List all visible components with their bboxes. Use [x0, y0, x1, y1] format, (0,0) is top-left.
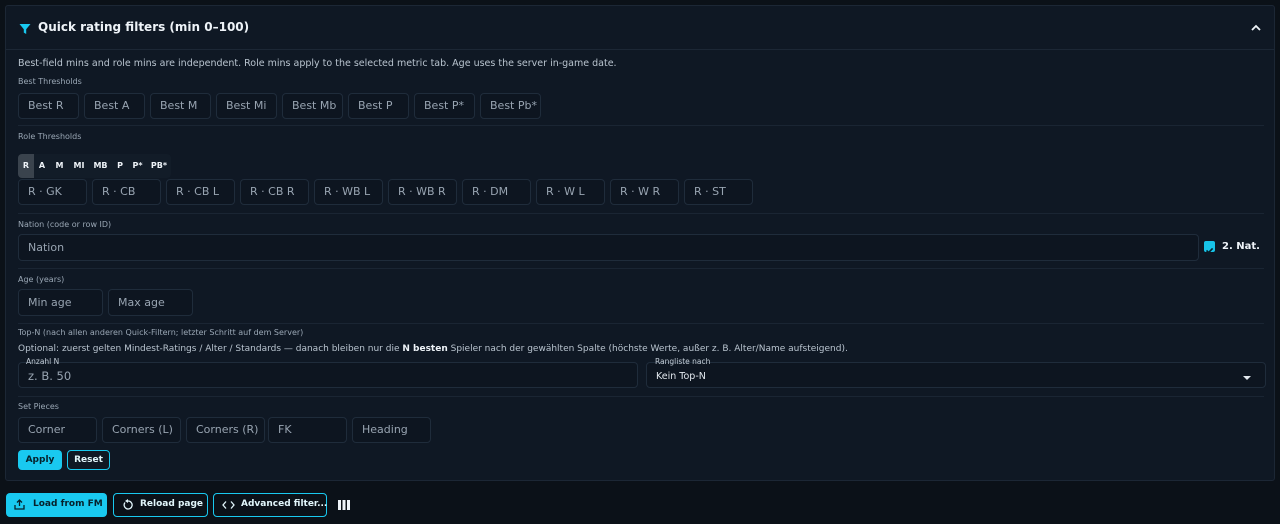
role-tab-m[interactable]: M [50, 154, 69, 178]
quick-rating-filters-panel: Quick rating filters (min 0–100) Best-fi… [5, 5, 1275, 481]
panel-title: Quick rating filters (min 0–100) [38, 20, 250, 34]
role-wb-r-input[interactable]: R · WB R [388, 179, 457, 205]
apply-button[interactable]: Apply [18, 450, 62, 470]
nation-input[interactable]: Nation [18, 234, 1199, 261]
role-tab-p[interactable]: P [112, 154, 128, 178]
role-tab-p-star[interactable]: P* [128, 154, 147, 178]
second-nat-checkbox[interactable] [1204, 241, 1215, 254]
divider [18, 125, 1264, 126]
top-n-desc-after: Spieler nach der gewählten Spalte (höchs… [447, 344, 848, 354]
corners-l-input[interactable]: Corners (L) [102, 417, 181, 443]
divider [18, 213, 1264, 214]
load-from-fm-button[interactable]: Load from FM [6, 493, 107, 517]
role-tab-r[interactable]: R [18, 154, 34, 178]
filters-description: Best-field mins and role mins are indepe… [18, 58, 617, 69]
filter-icon [19, 24, 31, 34]
reset-button[interactable]: Reset [67, 450, 110, 470]
max-age-input[interactable]: Max age [108, 289, 193, 316]
best-thresholds-label: Best Thresholds [18, 77, 82, 86]
age-label: Age (years) [18, 275, 65, 284]
columns-icon[interactable] [338, 500, 350, 510]
role-cb-input[interactable]: R · CB [92, 179, 161, 205]
role-thresholds-label: Role Thresholds [18, 132, 82, 141]
role-dm-input[interactable]: R · DM [462, 179, 531, 205]
check-icon [1205, 247, 1214, 254]
top-n-desc-before: Optional: zuerst gelten Mindest-Ratings … [18, 344, 403, 354]
heading-input[interactable]: Heading [352, 417, 431, 443]
rank-by-label: Rangliste nach [655, 357, 711, 366]
upload-icon [14, 499, 25, 510]
role-tab-a[interactable]: A [34, 154, 50, 178]
best-a-input[interactable]: Best A [84, 93, 145, 119]
top-n-desc-bold: N besten [402, 344, 448, 354]
role-gk-input[interactable]: R · GK [18, 179, 87, 205]
role-wb-l-input[interactable]: R · WB L [314, 179, 383, 205]
role-tab-pb-star[interactable]: PB* [147, 154, 171, 178]
role-w-r-input[interactable]: R · W R [610, 179, 679, 205]
top-n-description: Optional: zuerst gelten Mindest-Ratings … [18, 344, 848, 354]
load-from-fm-label: Load from FM [33, 499, 103, 509]
divider [18, 323, 1264, 324]
panel-header[interactable]: Quick rating filters (min 0–100) [6, 6, 1274, 50]
set-pieces-label: Set Pieces [18, 402, 59, 411]
reload-page-button[interactable]: Reload page [113, 493, 208, 517]
top-n-label: Top-N (nach allen anderen Quick-Filtern;… [18, 328, 304, 337]
rank-by-select[interactable]: Kein Top-N [646, 362, 1266, 388]
top-n-count-input[interactable]: z. B. 50 [18, 362, 638, 388]
second-nat-label[interactable]: 2. Nat. [1222, 241, 1260, 252]
best-mi-input[interactable]: Best Mi [216, 93, 277, 119]
chevron-down-icon[interactable] [1243, 376, 1251, 380]
min-age-input[interactable]: Min age [18, 289, 103, 316]
role-w-l-input[interactable]: R · W L [536, 179, 605, 205]
best-mb-input[interactable]: Best Mb [282, 93, 343, 119]
role-tab-mi[interactable]: MI [69, 154, 89, 178]
divider [18, 396, 1264, 397]
role-cb-r-input[interactable]: R · CB R [240, 179, 309, 205]
best-r-input[interactable]: Best R [18, 93, 79, 119]
top-n-count-label: Anzahl N [26, 357, 60, 366]
nation-label: Nation (code or row ID) [18, 220, 112, 229]
reload-page-label: Reload page [140, 499, 204, 509]
best-p-input[interactable]: Best P [348, 93, 409, 119]
role-cb-l-input[interactable]: R · CB L [166, 179, 235, 205]
role-tab-mb[interactable]: MB [89, 154, 112, 178]
fk-input[interactable]: FK [268, 417, 347, 443]
advanced-filter-label: Advanced filter... [241, 499, 328, 509]
divider [18, 268, 1264, 269]
chevron-up-icon[interactable] [1250, 23, 1262, 33]
reload-icon [123, 499, 133, 510]
best-m-input[interactable]: Best M [150, 93, 211, 119]
role-st-input[interactable]: R · ST [684, 179, 753, 205]
advanced-filter-button[interactable]: Advanced filter... [213, 493, 327, 517]
best-p-star-input[interactable]: Best P* [414, 93, 475, 119]
code-icon [222, 501, 235, 509]
corners-r-input[interactable]: Corners (R) [186, 417, 265, 443]
best-pb-star-input[interactable]: Best Pb* [480, 93, 541, 119]
corner-input[interactable]: Corner [18, 417, 97, 443]
